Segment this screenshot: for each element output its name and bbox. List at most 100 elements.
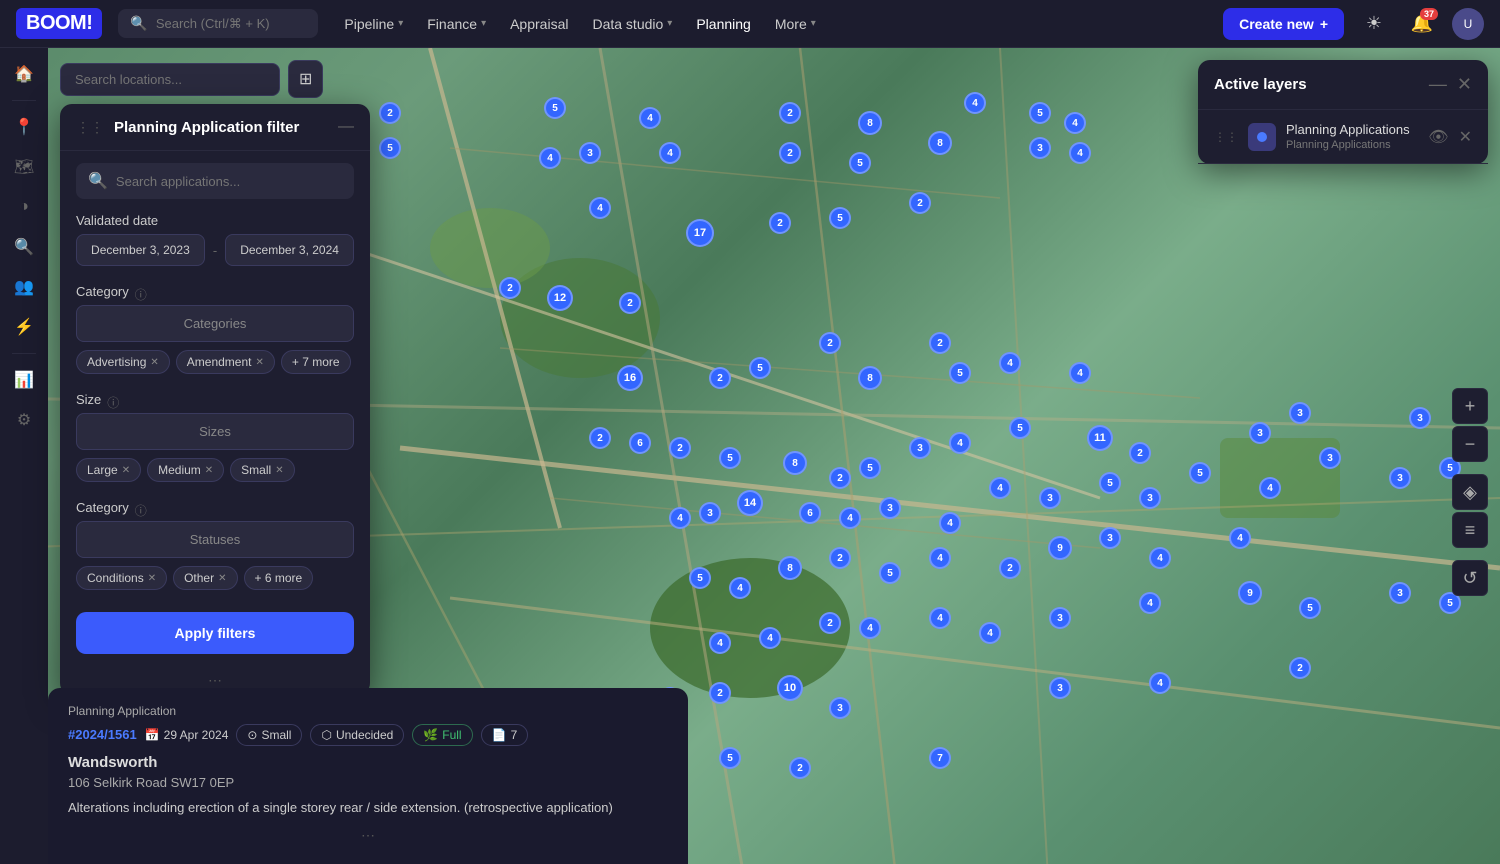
zoom-out-button[interactable]: − [1452, 426, 1488, 462]
sidebar-location-icon[interactable]: 📍 [6, 109, 42, 145]
map-cluster-dot[interactable]: 2 [789, 757, 811, 779]
tag-advertising[interactable]: Advertising ✕ [76, 350, 170, 374]
map-cluster-dot[interactable]: 16 [617, 365, 643, 391]
map-cluster-dot[interactable]: 4 [1069, 142, 1091, 164]
map-cluster-dot[interactable]: 3 [1289, 402, 1311, 424]
notifications-button[interactable]: 🔔 37 [1404, 6, 1440, 42]
map-cluster-dot[interactable]: 6 [629, 432, 651, 454]
map-cluster-dot[interactable]: 8 [858, 366, 882, 390]
map-cluster-dot[interactable]: 4 [659, 142, 681, 164]
map-cluster-dot[interactable]: 4 [929, 607, 951, 629]
map-cluster-dot[interactable]: 2 [379, 102, 401, 124]
map-cluster-dot[interactable]: 4 [589, 197, 611, 219]
map-cluster-dot[interactable]: 4 [539, 147, 561, 169]
map-cluster-dot[interactable]: 4 [979, 622, 1001, 644]
map-cluster-dot[interactable]: 4 [949, 432, 971, 454]
map-cluster-dot[interactable]: 2 [619, 292, 641, 314]
map-cluster-dot[interactable]: 5 [879, 562, 901, 584]
map-cluster-dot[interactable]: 2 [1289, 657, 1311, 679]
map-cluster-dot[interactable]: 2 [769, 212, 791, 234]
status-info-icon[interactable]: ⓘ [135, 502, 147, 519]
map-rotate-button[interactable]: ↺ [1452, 560, 1488, 596]
nav-pipeline[interactable]: Pipeline ▾ [334, 10, 413, 38]
map-cluster-dot[interactable]: 5 [379, 137, 401, 159]
map-cluster-dot[interactable]: 8 [928, 131, 952, 155]
map-cluster-dot[interactable]: 3 [829, 697, 851, 719]
map-cluster-dot[interactable]: 3 [1039, 487, 1061, 509]
remove-small-icon[interactable]: ✕ [275, 465, 283, 476]
map-bookmarks-button[interactable]: ◈ [1452, 474, 1488, 510]
map-cluster-dot[interactable]: 2 [589, 427, 611, 449]
sidebar-map-icon[interactable]: 🗺 [6, 149, 42, 185]
map-cluster-dot[interactable]: 7 [929, 747, 951, 769]
remove-advertising-icon[interactable]: ✕ [150, 357, 158, 368]
map-cluster-dot[interactable]: 3 [699, 502, 721, 524]
remove-amendment-icon[interactable]: ✕ [255, 357, 263, 368]
map-cluster-dot[interactable]: 4 [1069, 362, 1091, 384]
category-more-button[interactable]: + 7 more [281, 350, 351, 374]
map-cluster-dot[interactable]: 4 [1149, 672, 1171, 694]
map-container[interactable]: 2542845454342583434172522122162528254426… [0, 48, 1500, 864]
apply-filters-button[interactable]: Apply filters [76, 612, 354, 654]
remove-medium-icon[interactable]: ✕ [205, 465, 213, 476]
map-cluster-dot[interactable]: 3 [1139, 487, 1161, 509]
map-cluster-dot[interactable]: 5 [1029, 102, 1051, 124]
layers-close-button[interactable]: ✕ [1457, 74, 1472, 95]
sizes-dropdown-button[interactable]: Sizes [76, 413, 354, 450]
tag-medium[interactable]: Medium ✕ [147, 458, 224, 482]
filter-search-input[interactable] [116, 174, 342, 189]
map-cluster-dot[interactable]: 4 [859, 617, 881, 639]
map-cluster-dot[interactable]: 3 [1389, 582, 1411, 604]
map-cluster-dot[interactable]: 4 [1229, 527, 1251, 549]
map-cluster-dot[interactable]: 3 [879, 497, 901, 519]
map-cluster-dot[interactable]: 3 [1029, 137, 1051, 159]
map-cluster-dot[interactable]: 3 [1049, 677, 1071, 699]
map-layers-button[interactable]: ≡ [1452, 512, 1488, 548]
date-from-button[interactable]: December 3, 2023 [76, 234, 205, 266]
map-cluster-dot[interactable]: 2 [669, 437, 691, 459]
status-more-button[interactable]: + 6 more [244, 566, 314, 590]
map-cluster-dot[interactable]: 5 [829, 207, 851, 229]
sidebar-analytics-icon[interactable]: 📊 [6, 362, 42, 398]
map-cluster-dot[interactable]: 5 [1299, 597, 1321, 619]
filter-close-button[interactable]: — [338, 118, 354, 136]
map-cluster-dot[interactable]: 8 [858, 111, 882, 135]
map-cluster-dot[interactable]: 4 [759, 627, 781, 649]
map-cluster-dot[interactable]: 2 [779, 102, 801, 124]
sidebar-search-icon[interactable]: 🔍 [6, 229, 42, 265]
map-cluster-dot[interactable]: 2 [909, 192, 931, 214]
user-avatar[interactable]: U [1452, 8, 1484, 40]
map-cluster-dot[interactable]: 4 [939, 512, 961, 534]
map-cluster-dot[interactable]: 5 [544, 97, 566, 119]
map-cluster-dot[interactable]: 5 [689, 567, 711, 589]
map-cluster-dot[interactable]: 9 [1238, 581, 1262, 605]
map-cluster-dot[interactable]: 2 [709, 682, 731, 704]
map-cluster-dot[interactable]: 8 [778, 556, 802, 580]
map-cluster-dot[interactable]: 4 [1064, 112, 1086, 134]
map-cluster-dot[interactable]: 5 [949, 362, 971, 384]
tag-small[interactable]: Small ✕ [230, 458, 294, 482]
remove-other-icon[interactable]: ✕ [218, 573, 226, 584]
location-search-input[interactable] [60, 63, 280, 96]
map-cluster-dot[interactable]: 14 [737, 490, 763, 516]
nav-planning[interactable]: Planning [686, 10, 761, 38]
category-info-icon[interactable]: ⓘ [135, 286, 147, 303]
sidebar-people-icon[interactable]: 👥 [6, 269, 42, 305]
map-cluster-dot[interactable]: 4 [839, 507, 861, 529]
map-cluster-dot[interactable]: 4 [929, 547, 951, 569]
nav-finance[interactable]: Finance ▾ [417, 10, 496, 38]
map-cluster-dot[interactable]: 4 [1259, 477, 1281, 499]
size-info-icon[interactable]: ⓘ [107, 394, 119, 411]
map-cluster-dot[interactable]: 17 [686, 219, 714, 247]
nav-appraisal[interactable]: Appraisal [500, 10, 578, 38]
map-cluster-dot[interactable]: 4 [729, 577, 751, 599]
map-cluster-dot[interactable]: 2 [819, 332, 841, 354]
nav-data-studio[interactable]: Data studio ▾ [582, 10, 682, 38]
map-cluster-dot[interactable]: 11 [1087, 425, 1113, 451]
map-cluster-dot[interactable]: 4 [964, 92, 986, 114]
application-id[interactable]: #2024/1561 [68, 727, 137, 742]
sidebar-layers-icon[interactable]: ◑ [6, 189, 42, 225]
map-cluster-dot[interactable]: 2 [829, 467, 851, 489]
map-cluster-dot[interactable]: 5 [719, 447, 741, 469]
map-cluster-dot[interactable]: 3 [1049, 607, 1071, 629]
